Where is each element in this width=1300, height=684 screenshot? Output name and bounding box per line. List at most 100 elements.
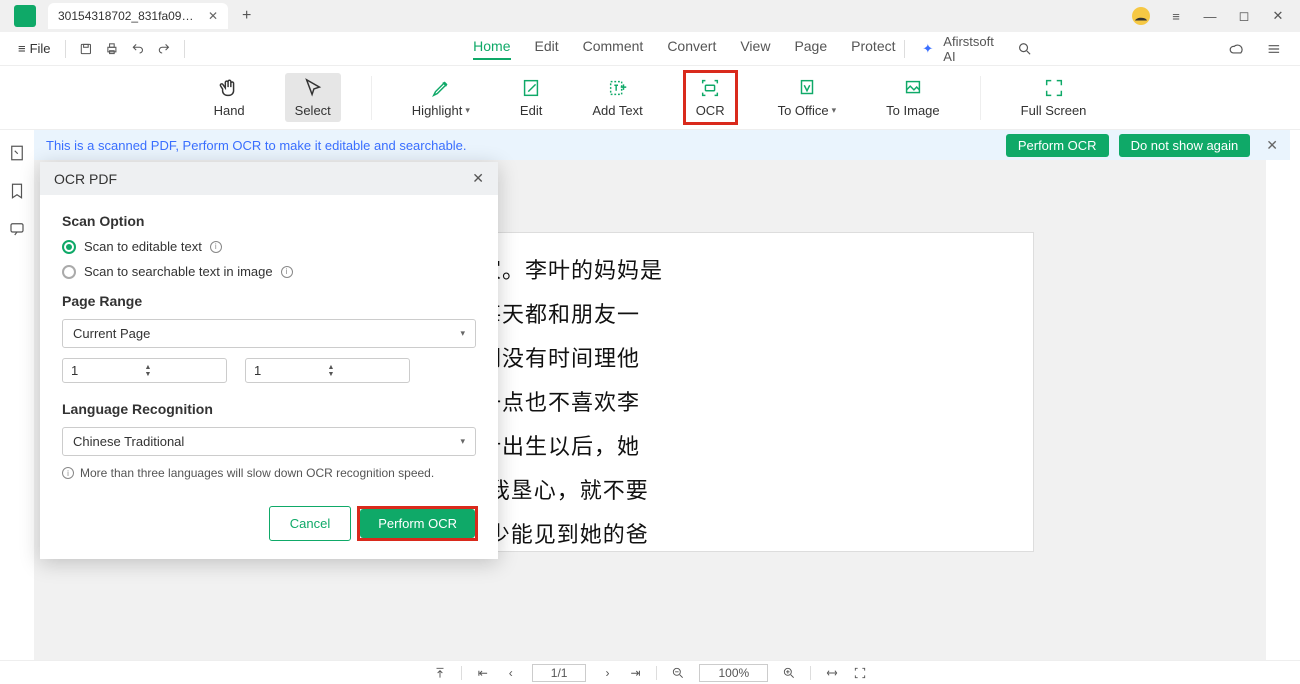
maximize-icon[interactable]: ◻ [1236,8,1252,24]
comment-icon[interactable] [8,220,26,238]
tab-page[interactable]: Page [794,38,827,60]
zoom-out-icon[interactable] [671,666,685,680]
fullscreen-icon [1043,77,1065,99]
tab-convert[interactable]: Convert [667,38,716,60]
ribbon: Hand Select Highlight▾ Edit Add Text OCR… [0,66,1300,130]
cloud-icon[interactable] [1229,40,1245,58]
dialog-header: OCR PDF ✕ [40,162,498,195]
ai-label[interactable]: Afirstsoft AI [943,34,1000,64]
last-page-icon[interactable]: ⇥ [628,666,642,680]
fit-width-icon[interactable] [825,666,839,680]
perform-highlight-box: Perform OCR [357,506,478,541]
hand-label: Hand [214,103,245,118]
undo-icon[interactable] [131,40,145,58]
chevron-down-icon: ▾ [460,436,465,447]
next-page-icon[interactable]: › [600,666,614,680]
minimize-icon[interactable]: — [1202,8,1218,24]
spinner-arrows-icon[interactable]: ▲▼ [145,364,219,378]
radio-searchable[interactable]: Scan to searchable text in image i [62,264,476,279]
fit-page-icon[interactable] [853,666,867,680]
tab-protect[interactable]: Protect [851,38,895,60]
print-icon[interactable] [105,40,119,58]
document-tab[interactable]: 30154318702_831fa09e2... ✕ [48,3,228,29]
bookmark-icon[interactable] [8,182,26,200]
ocr-dialog: OCR PDF ✕ Scan Option Scan to editable t… [40,162,498,559]
zoom-level[interactable]: 100% [699,664,768,682]
save-icon[interactable] [79,40,93,58]
radio-on-icon [62,240,76,254]
info-icon[interactable]: i [281,266,293,278]
dialog-body: Scan Option Scan to editable text i Scan… [40,195,498,496]
range-to-value: 1 [254,363,328,378]
info-icon[interactable]: i [210,241,222,253]
first-page-icon[interactable]: ⇤ [476,666,490,680]
addtext-label: Add Text [592,103,642,118]
to-image-tool[interactable]: To Image [876,73,949,122]
top-tabs: Home Edit Comment Convert View Page Prot… [473,38,895,60]
office-icon [796,77,818,99]
prev-page-icon[interactable]: ‹ [504,666,518,680]
separator [904,40,905,58]
tab-edit[interactable]: Edit [535,38,559,60]
window-controls: ≡ — ◻ ✕ [1132,7,1300,25]
ocr-label: OCR [696,103,725,118]
banner-perform-ocr-button[interactable]: Perform OCR [1006,134,1109,157]
add-text-icon [607,77,629,99]
tab-comment[interactable]: Comment [583,38,644,60]
new-tab-button[interactable]: + [242,7,251,25]
chevron-down-icon: ▾ [460,328,465,339]
thumbnails-icon[interactable] [8,144,26,162]
select-tool[interactable]: Select [285,73,341,122]
separator [656,666,657,680]
dialog-footer: Cancel Perform OCR [40,496,498,559]
settings-lines-icon[interactable] [1266,40,1282,58]
banner-hide-button[interactable]: Do not show again [1119,134,1251,157]
hand-icon [218,77,240,99]
sparkle-icon: ✦ [922,41,933,57]
perform-ocr-button[interactable]: Perform OCR [360,509,475,538]
menu-icon[interactable]: ≡ [1168,8,1184,24]
language-value: Chinese Traditional [73,434,460,449]
cancel-button[interactable]: Cancel [269,506,351,541]
dialog-close-icon[interactable]: ✕ [472,170,484,187]
separator [461,666,462,680]
scroll-top-icon[interactable] [433,666,447,680]
tab-home[interactable]: Home [473,38,510,60]
add-text-tool[interactable]: Add Text [582,73,652,122]
close-window-icon[interactable]: ✕ [1270,8,1286,24]
highlight-tool[interactable]: Highlight▾ [402,73,480,122]
redo-icon[interactable] [157,40,171,58]
range-from-input[interactable]: 1 ▲▼ [62,358,227,383]
range-to-input[interactable]: 1 ▲▼ [245,358,410,383]
select-label: Select [295,103,331,118]
zoom-in-icon[interactable] [782,666,796,680]
edit-tool[interactable]: Edit [510,73,552,122]
range-from-value: 1 [71,363,145,378]
radio-searchable-label: Scan to searchable text in image [84,264,273,279]
language-hint: i More than three languages will slow do… [62,466,476,480]
search-icon[interactable] [1017,40,1033,58]
ocr-icon [699,77,721,99]
ocr-tool[interactable]: OCR [686,73,735,122]
main-menubar: ≡ File Home Edit Comment Convert View Pa… [0,32,1300,66]
page-range-select[interactable]: Current Page ▾ [62,319,476,348]
tab-title: 30154318702_831fa09e2... [58,9,200,23]
toimage-label: To Image [886,103,939,118]
file-menu[interactable]: ≡ File [12,37,57,60]
radio-editable[interactable]: Scan to editable text i [62,239,476,254]
ai-section: ✦ Afirstsoft AI [896,34,1288,64]
tab-view[interactable]: View [740,38,770,60]
to-office-tool[interactable]: To Office▾ [768,73,847,122]
close-tab-icon[interactable]: ✕ [208,9,218,23]
cursor-icon [302,77,324,99]
app-logo [14,5,36,27]
page-indicator[interactable]: 1/1 [532,664,587,682]
separator [65,40,66,58]
image-icon [902,77,924,99]
banner-close-icon[interactable]: ✕ [1266,137,1278,154]
language-select[interactable]: Chinese Traditional ▾ [62,427,476,456]
spinner-arrows-icon[interactable]: ▲▼ [328,364,402,378]
fullscreen-tool[interactable]: Full Screen [1011,73,1097,122]
hand-tool[interactable]: Hand [204,73,255,122]
user-avatar-icon[interactable] [1132,7,1150,25]
